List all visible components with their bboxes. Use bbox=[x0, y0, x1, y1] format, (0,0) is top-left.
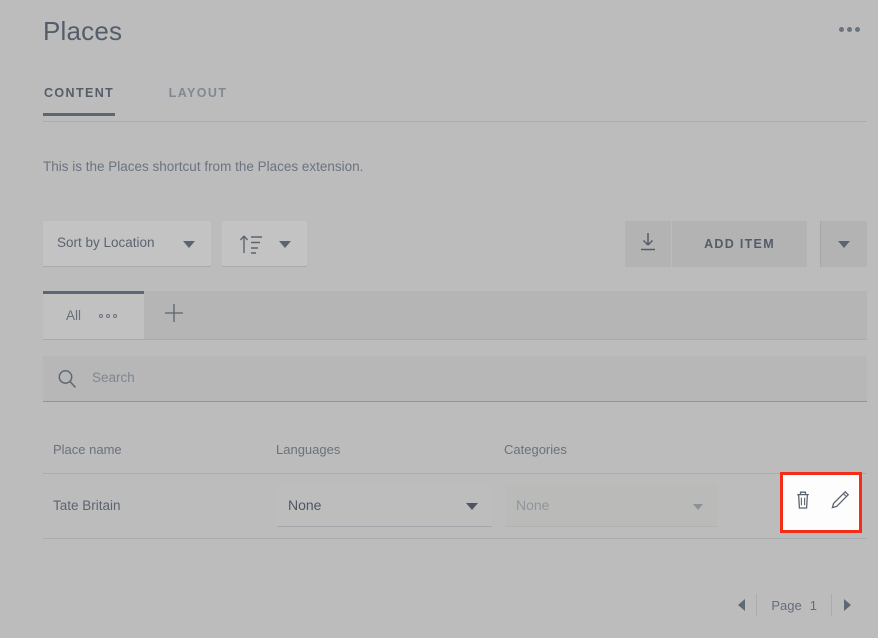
pencil-icon bbox=[829, 489, 851, 516]
row-actions-highlight bbox=[780, 472, 862, 533]
table-header-row: Place name Languages Categories bbox=[43, 426, 867, 474]
folder-tabbar: All bbox=[43, 291, 867, 340]
languages-select[interactable]: None bbox=[277, 485, 492, 527]
cell-place-name: Tate Britain bbox=[53, 498, 121, 513]
edit-row-button[interactable] bbox=[828, 490, 852, 516]
pagination: Page 1 bbox=[726, 588, 862, 622]
column-header-categories: Categories bbox=[504, 442, 567, 457]
tab-layout[interactable]: LAYOUT bbox=[168, 86, 229, 113]
search-input-placeholder: Search bbox=[92, 370, 135, 385]
dot bbox=[113, 314, 117, 318]
tabbar: CONTENT LAYOUT bbox=[43, 84, 867, 122]
chevron-down-icon bbox=[183, 241, 195, 248]
dot bbox=[106, 314, 110, 318]
search-field[interactable]: Search bbox=[43, 356, 867, 402]
tab-content[interactable]: CONTENT bbox=[43, 86, 115, 116]
pagination-page-indicator: Page 1 bbox=[757, 598, 831, 613]
chevron-down-icon bbox=[279, 241, 291, 248]
pagination-prev-button[interactable] bbox=[726, 590, 756, 620]
plus-icon bbox=[163, 302, 185, 329]
pagination-page-number[interactable]: 1 bbox=[810, 598, 817, 613]
search-icon bbox=[57, 369, 77, 394]
page-header: Places bbox=[0, 0, 878, 68]
column-header-place-name: Place name bbox=[53, 442, 122, 457]
pagination-next-button[interactable] bbox=[832, 590, 862, 620]
sort-direction-select[interactable] bbox=[222, 221, 307, 267]
table-row: Tate Britain None None bbox=[43, 474, 867, 539]
folder-tab-all-label: All bbox=[66, 308, 81, 323]
download-icon bbox=[637, 231, 659, 258]
overflow-menu-icon[interactable] bbox=[832, 17, 866, 41]
toolbar: Sort by Location ADD ITEM bbox=[43, 221, 867, 267]
chevron-down-icon bbox=[693, 504, 703, 510]
page-title: Places bbox=[43, 14, 122, 48]
overflow-menu-icon[interactable] bbox=[99, 314, 117, 318]
categories-select-value: None bbox=[516, 497, 549, 513]
chevron-down-icon bbox=[838, 241, 850, 248]
languages-select-value: None bbox=[288, 497, 321, 513]
add-folder-tab-button[interactable] bbox=[144, 291, 204, 339]
dot bbox=[99, 314, 103, 318]
sort-by-select[interactable]: Sort by Location bbox=[43, 221, 211, 267]
add-item-button[interactable]: ADD ITEM bbox=[672, 221, 807, 267]
caret-right-icon bbox=[844, 599, 851, 611]
page-description: This is the Places shortcut from the Pla… bbox=[43, 158, 363, 176]
categories-select[interactable]: None bbox=[505, 485, 717, 527]
trash-icon bbox=[793, 489, 813, 516]
caret-left-icon bbox=[738, 599, 745, 611]
dot bbox=[855, 27, 860, 32]
download-button[interactable] bbox=[625, 221, 671, 267]
items-table: Place name Languages Categories Tate Bri… bbox=[43, 426, 867, 539]
column-header-languages: Languages bbox=[276, 442, 340, 457]
delete-row-button[interactable] bbox=[791, 490, 815, 516]
dot bbox=[847, 27, 852, 32]
folder-tab-all[interactable]: All bbox=[43, 291, 144, 339]
sort-ascending-icon bbox=[238, 233, 264, 255]
dot bbox=[839, 27, 844, 32]
sort-by-label: Sort by Location bbox=[57, 235, 155, 250]
add-item-dropdown-button[interactable] bbox=[820, 221, 867, 267]
pagination-page-label: Page bbox=[771, 598, 801, 613]
chevron-down-icon bbox=[466, 503, 478, 510]
